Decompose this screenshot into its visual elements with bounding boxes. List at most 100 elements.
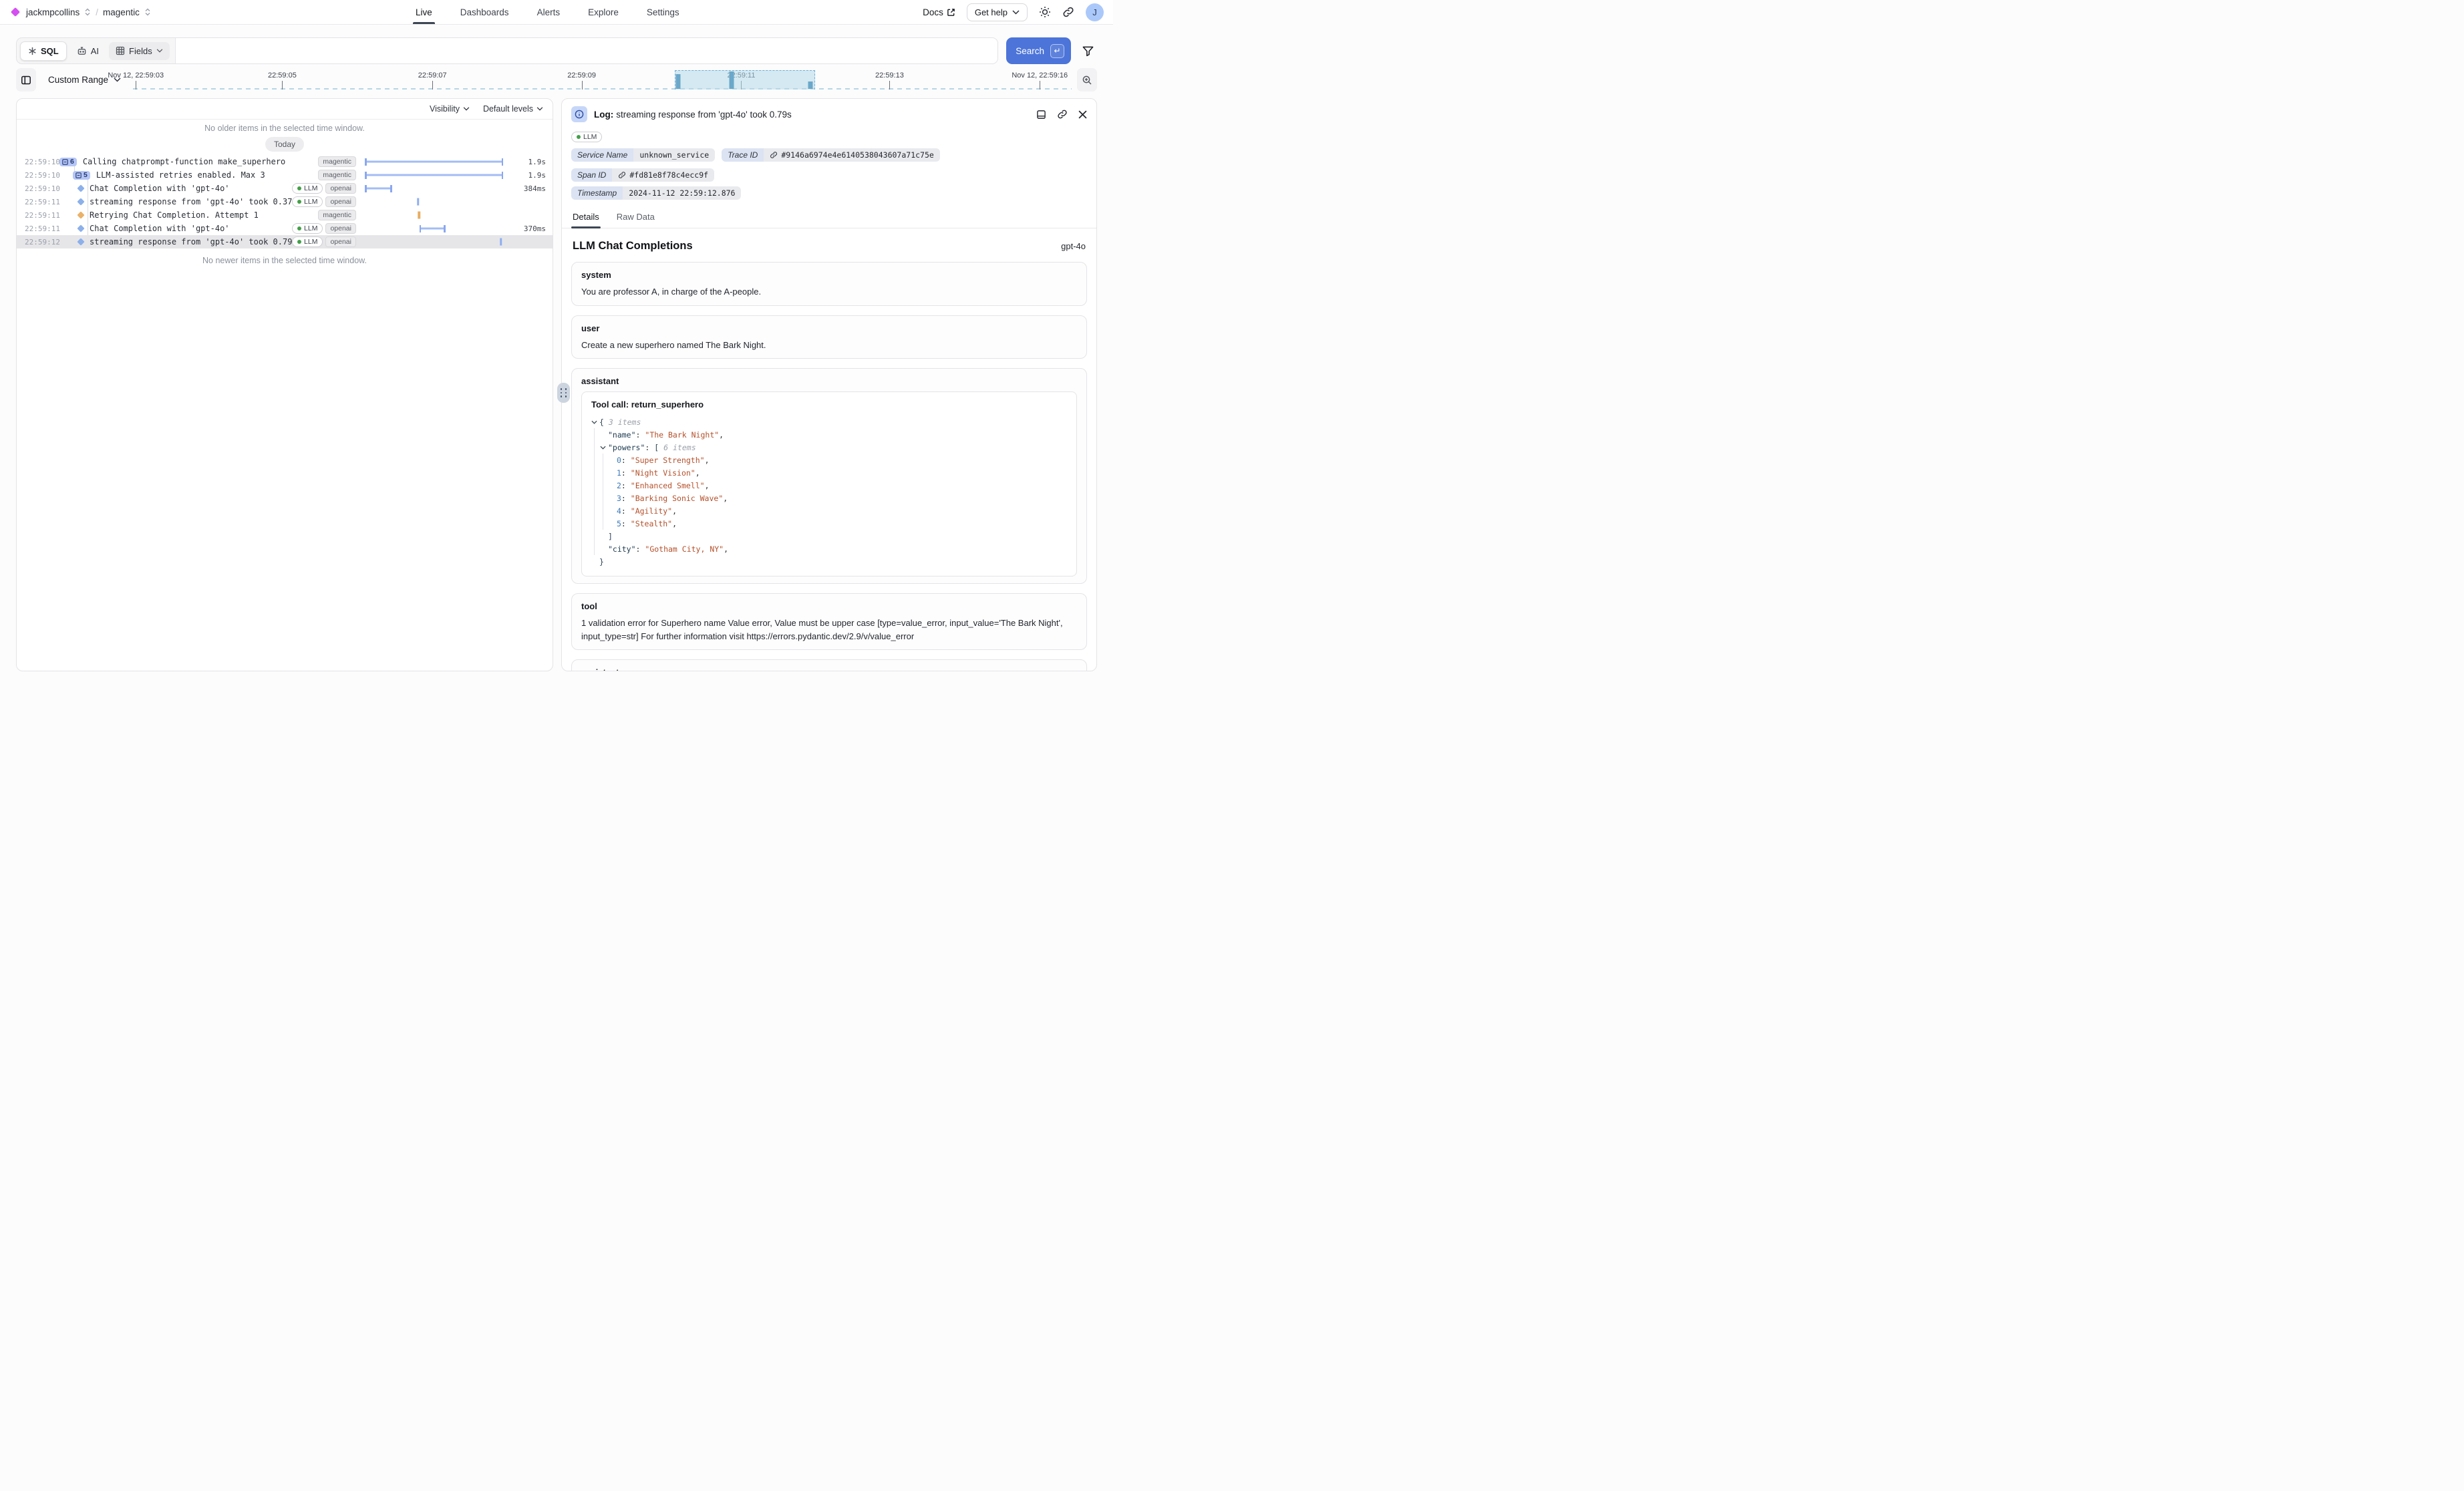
log-row[interactable]: 22:59:106Calling chatprompt-function mak… <box>17 155 553 168</box>
json-token-brace: ] <box>608 532 613 541</box>
filter-button[interactable] <box>1079 37 1097 64</box>
tab-settings[interactable]: Settings <box>645 0 681 24</box>
user-avatar[interactable]: J <box>1086 3 1104 21</box>
docs-link[interactable]: Docs <box>923 7 955 17</box>
time-range-label: Custom Range <box>48 75 108 85</box>
log-time: 22:59:10 <box>17 158 59 166</box>
zoom-in-button[interactable] <box>1077 68 1097 92</box>
log-time: 22:59:11 <box>17 198 59 206</box>
json-collapse-caret[interactable] <box>591 420 599 424</box>
message-card-tool: tool1 validation error for Superhero nam… <box>571 593 1087 650</box>
chevrons-up-down-icon[interactable] <box>144 8 151 16</box>
ai-label: AI <box>91 46 99 56</box>
chat-messages: systemYou are professor A, in charge of … <box>571 262 1087 671</box>
log-row[interactable]: 22:59:10Chat Completion with 'gpt-4o'LLM… <box>17 182 553 195</box>
json-indent-guide <box>594 542 600 555</box>
model-label: gpt-4o <box>1061 241 1086 251</box>
log-row[interactable]: 22:59:11 streaming response from 'gpt-4o'… <box>17 195 553 208</box>
collapse-sidebar-button[interactable] <box>16 68 36 92</box>
fields-dropdown-button[interactable]: Fields <box>109 42 170 60</box>
json-indent-guide <box>594 428 600 441</box>
tab-explore[interactable]: Explore <box>587 0 620 24</box>
chip-value: unknown_service <box>633 148 715 162</box>
tab-alerts[interactable]: Alerts <box>536 0 562 24</box>
detail-header-actions <box>1036 109 1087 120</box>
timeline-tick-label: 22:59:05 <box>268 71 297 79</box>
breadcrumb-project[interactable]: magentic <box>103 7 140 17</box>
json-token-punct: : <box>621 506 631 516</box>
close-icon <box>1078 110 1087 119</box>
log-message: streaming response from 'gpt-4o' took 0.… <box>90 197 292 206</box>
tab-details[interactable]: Details <box>571 208 601 228</box>
collapse-count-badge[interactable]: 6 <box>59 158 77 166</box>
chevrons-up-down-icon[interactable] <box>84 8 91 16</box>
log-time-tick <box>500 238 502 246</box>
dock-panel-button[interactable] <box>1036 110 1046 120</box>
get-help-button[interactable]: Get help <box>967 3 1028 21</box>
timeline-tick-label: 22:59:13 <box>875 71 904 79</box>
json-collapse-caret[interactable] <box>600 446 608 450</box>
table-grid-icon <box>116 46 125 55</box>
json-token-str: "Super Strength" <box>631 456 705 465</box>
log-row[interactable]: 22:59:11Chat Completion with 'gpt-4o'LLM… <box>17 222 553 235</box>
breadcrumb-org[interactable]: jackmpcollins <box>26 7 80 17</box>
json-indent-guide <box>603 479 609 492</box>
tab-raw-data[interactable]: Raw Data <box>615 208 656 228</box>
json-token-punct: , <box>672 519 677 528</box>
collapse-count-badge[interactable]: 5 <box>73 171 90 180</box>
caret-down-icon <box>600 446 606 450</box>
timeline-histogram-bar <box>808 81 813 89</box>
section-title: LLM Chat Completions <box>573 240 693 253</box>
app-root: jackmpcollins / magentic Live Dashboards A… <box>0 0 1113 671</box>
timeline-selection[interactable] <box>675 70 816 90</box>
tab-live[interactable]: Live <box>414 0 434 24</box>
json-indent-guide <box>594 441 600 454</box>
collapse-minus-icon <box>62 159 68 165</box>
chip-value[interactable]: #9146a6974e4e6140538043607a71c75e <box>764 148 939 162</box>
ai-mode-button[interactable]: AI <box>71 42 105 60</box>
log-message: Retrying Chat Completion. Attempt 1 <box>90 210 318 220</box>
search-button[interactable]: Search ↵ <box>1006 37 1071 64</box>
panel-resize-handle[interactable] <box>557 383 570 403</box>
tab-dashboards[interactable]: Dashboards <box>459 0 510 24</box>
chip-value[interactable]: #fd81e8f78c4ecc9f <box>612 168 714 182</box>
llm-badge: LLM <box>571 132 602 142</box>
timeline-histogram-bar <box>730 71 734 89</box>
json-token-punct: , <box>724 544 728 554</box>
json-token-str: "The Bark Night" <box>645 430 719 440</box>
timeline-tick-label: 22:59:07 <box>418 71 447 79</box>
json-token-key: "city" <box>608 544 636 554</box>
span-duration-label: 1.9s <box>511 158 546 166</box>
robot-icon <box>77 46 87 56</box>
json-token-punct: : <box>636 544 645 554</box>
log-row[interactable]: 22:59:12streaming response from 'gpt-4o'… <box>17 235 553 248</box>
json-line: 4: "Agility", <box>591 504 1067 517</box>
close-button[interactable] <box>1078 110 1087 119</box>
log-rows: 22:59:106Calling chatprompt-function mak… <box>17 155 553 248</box>
timeline-tick-mark <box>582 81 583 90</box>
query-input[interactable] <box>176 38 998 63</box>
default-levels-dropdown[interactable]: Default levels <box>483 104 543 114</box>
json-line: {3 items <box>591 416 1067 428</box>
json-token-brace: [ <box>654 443 659 452</box>
json-token-punct: , <box>719 430 724 440</box>
log-row[interactable]: 22:59:11Retrying Chat Completion. Attemp… <box>17 208 553 222</box>
visibility-dropdown[interactable]: Visibility <box>430 104 470 114</box>
json-line: 3: "Barking Sonic Wave", <box>591 492 1067 504</box>
log-message: streaming response from 'gpt-4o' took 0.… <box>90 237 292 246</box>
json-indent-guide <box>603 454 609 466</box>
log-row[interactable]: 22:59:105LLM-assisted retries enabled. M… <box>17 168 553 182</box>
drag-dots-icon <box>561 388 567 397</box>
theme-toggle-button[interactable] <box>1039 6 1051 18</box>
json-indent-guide <box>603 517 609 530</box>
chip-label: Span ID <box>571 168 612 182</box>
timeline-histogram[interactable]: Nov 12, 22:59:0322:59:0522:59:0722:59:09… <box>133 68 1072 92</box>
openai-tag: openai <box>325 236 356 247</box>
copy-link-button[interactable] <box>1057 109 1068 120</box>
funnel-icon <box>1082 45 1094 57</box>
detail-chips-row: Service Nameunknown_serviceTrace ID#9146… <box>562 142 1096 182</box>
share-link-button[interactable] <box>1062 6 1074 18</box>
sql-mode-button[interactable]: SQL <box>20 41 67 61</box>
json-line: "city": "Gotham City, NY", <box>591 542 1067 555</box>
breadcrumb: jackmpcollins / magentic <box>12 7 151 17</box>
